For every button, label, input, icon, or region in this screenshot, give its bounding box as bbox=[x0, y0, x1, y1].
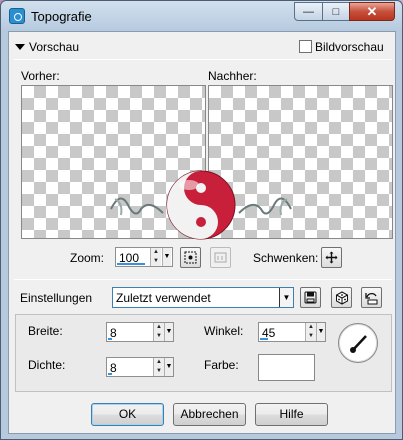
angle-input[interactable]: 45 ▲ ▼ ▼ bbox=[258, 322, 326, 342]
zoom-dropdown-arrow[interactable]: ▼ bbox=[162, 248, 171, 266]
yin-yang-watermark-icon bbox=[110, 170, 292, 240]
preset-value: Zuletzt verwendet bbox=[116, 291, 211, 305]
proof-checkbox[interactable] bbox=[299, 40, 312, 53]
zoom-input[interactable]: 100 ▲ ▼ ▼ bbox=[115, 247, 173, 267]
pan-button[interactable] bbox=[321, 247, 342, 268]
spin-down-icon[interactable]: ▼ bbox=[154, 332, 164, 341]
save-preset-icon bbox=[304, 291, 317, 304]
settings-label: Einstellungen bbox=[20, 291, 93, 305]
preview-section-toggle[interactable]: Vorschau bbox=[15, 40, 79, 54]
title-bar[interactable]: Topografie — □ ✕ bbox=[1, 1, 402, 31]
angle-stepper[interactable]: ▲ ▼ bbox=[305, 323, 316, 341]
spin-down-icon[interactable]: ▼ bbox=[151, 257, 161, 266]
spin-down-icon[interactable]: ▼ bbox=[154, 367, 164, 376]
width-stepper[interactable]: ▲ ▼ bbox=[153, 323, 164, 341]
app-icon bbox=[9, 8, 25, 24]
maximize-button[interactable]: □ bbox=[322, 2, 350, 21]
spin-up-icon[interactable]: ▲ bbox=[151, 248, 161, 257]
width-dropdown-arrow[interactable]: ▼ bbox=[164, 323, 173, 341]
width-label: Breite: bbox=[28, 324, 63, 338]
density-input[interactable]: 8 ▲ ▼ ▼ bbox=[106, 357, 174, 377]
fit-icon bbox=[184, 251, 197, 264]
density-level-bar bbox=[108, 373, 112, 375]
spin-up-icon[interactable]: ▲ bbox=[306, 323, 316, 332]
pan-label: Schwenken: bbox=[253, 251, 319, 265]
separator bbox=[14, 279, 392, 280]
fit-button[interactable] bbox=[180, 247, 201, 268]
angle-level-bar bbox=[260, 338, 268, 340]
randomize-button[interactable] bbox=[331, 287, 352, 308]
dialog-window: Topografie — □ ✕ Vorschau Bildvorschau V… bbox=[0, 0, 403, 440]
density-label: Dichte: bbox=[28, 358, 66, 372]
ok-button[interactable]: OK bbox=[91, 403, 164, 426]
before-label: Vorher: bbox=[21, 69, 60, 83]
chevron-down-icon[interactable]: ▼ bbox=[279, 288, 293, 307]
density-dropdown-arrow[interactable]: ▼ bbox=[164, 358, 173, 376]
width-input[interactable]: 8 ▲ ▼ ▼ bbox=[106, 322, 174, 342]
angle-label: Winkel: bbox=[204, 324, 244, 338]
angle-dropdown-arrow[interactable]: ▼ bbox=[316, 323, 325, 341]
width-level-bar bbox=[108, 338, 112, 340]
close-button[interactable]: ✕ bbox=[349, 2, 395, 21]
actual-size-button[interactable] bbox=[210, 247, 231, 268]
angle-dial[interactable] bbox=[338, 323, 378, 363]
cancel-button[interactable]: Abbrechen bbox=[173, 403, 246, 426]
help-button[interactable]: Hilfe bbox=[255, 403, 328, 426]
randomize-icon bbox=[335, 290, 348, 305]
angle-dial-icon bbox=[350, 335, 367, 353]
reset-icon bbox=[365, 292, 378, 304]
zoom-label: Zoom: bbox=[70, 251, 105, 265]
spin-down-icon[interactable]: ▼ bbox=[306, 332, 316, 341]
zoom-stepper[interactable]: ▲ ▼ bbox=[150, 248, 161, 266]
spin-up-icon[interactable]: ▲ bbox=[154, 358, 164, 367]
reset-button[interactable] bbox=[361, 287, 382, 308]
window-title: Topografie bbox=[31, 9, 92, 24]
density-stepper[interactable]: ▲ ▼ bbox=[153, 358, 164, 376]
spin-up-icon[interactable]: ▲ bbox=[154, 323, 164, 332]
actual-size-icon bbox=[214, 252, 227, 263]
collapse-triangle-icon bbox=[15, 44, 25, 50]
proof-label: Bildvorschau bbox=[315, 40, 384, 54]
color-swatch[interactable] bbox=[258, 354, 315, 381]
zoom-level-bar bbox=[117, 263, 145, 265]
preset-select[interactable]: Zuletzt verwendet ▼ bbox=[112, 287, 294, 308]
color-label: Farbe: bbox=[204, 358, 239, 372]
pan-icon bbox=[325, 251, 338, 264]
after-label: Nachher: bbox=[208, 69, 257, 83]
preview-section-label: Vorschau bbox=[29, 40, 80, 54]
separator bbox=[14, 59, 392, 60]
minimize-button[interactable]: — bbox=[294, 2, 323, 21]
save-preset-button[interactable] bbox=[300, 287, 321, 308]
